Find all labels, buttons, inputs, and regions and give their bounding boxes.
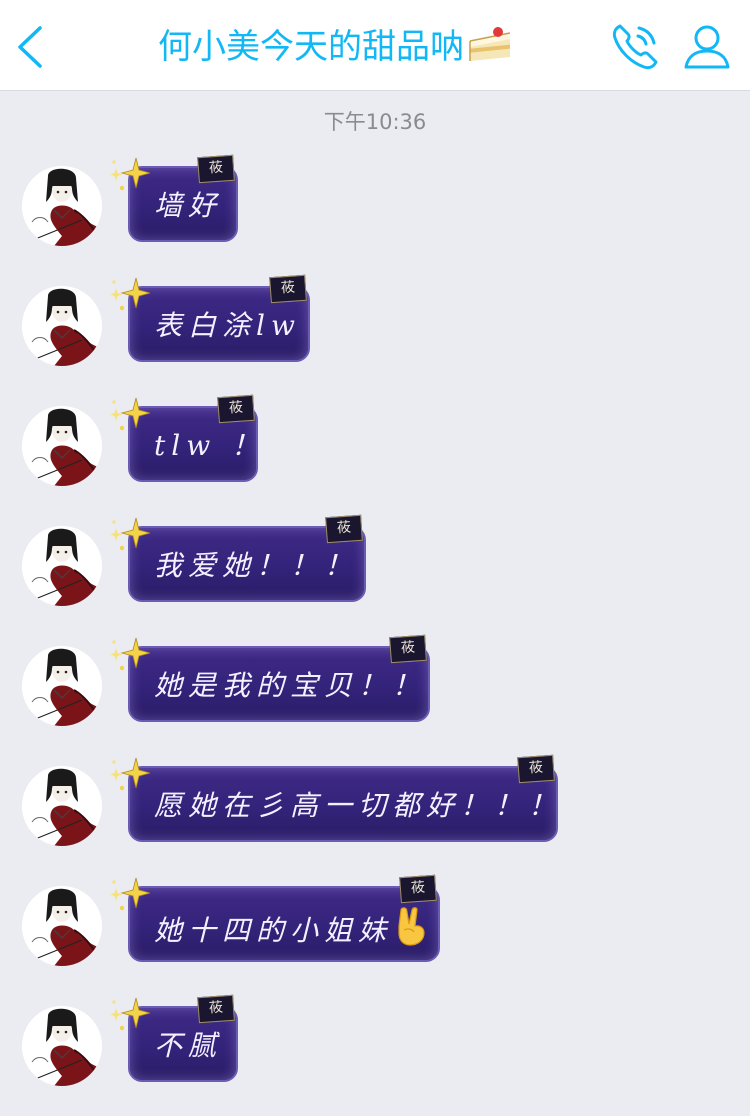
message-row: 愿她在彡高一切都好！！！ 莜 xyxy=(0,754,750,876)
message-bubble[interactable]: 愿她在彡高一切都好！！！莜 xyxy=(128,754,558,842)
bubble-tag: 莜 xyxy=(325,514,363,544)
sender-avatar[interactable] xyxy=(22,766,102,846)
back-button[interactable] xyxy=(10,22,50,72)
message-text-content: 她是我的宝贝！！ xyxy=(154,669,427,702)
message-text: 表白涂lw xyxy=(154,306,301,346)
message-bubble[interactable]: 我爱她！！！ 莜 xyxy=(128,514,366,602)
bubble-tag: 莜 xyxy=(389,634,427,664)
sparkle-icon xyxy=(106,514,152,558)
message-text: 她十四的小姐妹 xyxy=(154,906,428,957)
bubble-tag: 莜 xyxy=(269,274,307,304)
phone-icon xyxy=(612,24,658,70)
message-text: 墙好 xyxy=(154,186,222,226)
sparkle-icon xyxy=(106,634,152,678)
message-bubble[interactable]: 表白涂lw 莜 xyxy=(128,274,310,362)
message-row: 她十四的小姐妹 莜 xyxy=(0,874,750,996)
bubble-tag: 莜 xyxy=(197,994,235,1024)
chat-title-text: 何小美今天的甜品呐 xyxy=(158,27,464,67)
message-text: tlw ！ xyxy=(154,426,265,466)
bubble-tag: 莜 xyxy=(197,154,235,184)
cake-icon xyxy=(468,24,512,77)
message-text-content: 愿她在彡高一切都好！！！ xyxy=(154,789,563,822)
sparkle-icon xyxy=(106,274,152,318)
victory-hand-icon xyxy=(394,906,428,957)
message-row: 不腻 莜 xyxy=(0,994,750,1116)
message-row: 她是我的宝贝！！ 莜 xyxy=(0,634,750,756)
bubble-tag: 莜 xyxy=(517,754,555,784)
message-text: 我爱她！！！ xyxy=(154,546,358,586)
message-text-content: 她十四的小姐妹 xyxy=(154,914,393,947)
sender-avatar[interactable] xyxy=(22,886,102,966)
message-text-content: 不腻 xyxy=(154,1029,223,1062)
sender-avatar[interactable] xyxy=(22,1006,102,1086)
message-bubble[interactable]: 她是我的宝贝！！ 莜 xyxy=(128,634,430,722)
message-text-content: tlw ！ xyxy=(154,429,266,462)
call-button[interactable] xyxy=(608,20,662,74)
message-bubble[interactable]: 她十四的小姐妹 莜 xyxy=(128,874,440,962)
sender-avatar[interactable] xyxy=(22,166,102,246)
person-icon xyxy=(684,25,730,69)
sender-avatar[interactable] xyxy=(22,406,102,486)
message-text: 不腻 xyxy=(154,1026,222,1066)
sender-avatar[interactable] xyxy=(22,286,102,366)
chevron-left-icon xyxy=(18,26,42,68)
message-text-content: 墙好 xyxy=(154,189,223,222)
message-text: 她是我的宝贝！！ xyxy=(154,666,426,706)
sparkle-icon xyxy=(106,154,152,198)
message-text-content: 表白涂lw xyxy=(154,309,301,342)
message-row: tlw ！ 莜 xyxy=(0,394,750,516)
message-text-content: 我爱她！！！ xyxy=(154,549,359,582)
sparkle-icon xyxy=(106,394,152,438)
profile-button[interactable] xyxy=(680,20,734,74)
message-row: 表白涂lw 莜 xyxy=(0,274,750,396)
bubble-tag: 莜 xyxy=(217,394,255,424)
sparkle-icon xyxy=(106,994,152,1038)
chat-title[interactable]: 何小美今天的甜品呐 xyxy=(100,22,570,72)
message-row: 我爱她！！！ 莜 xyxy=(0,514,750,636)
message-row: 墙好 莜 xyxy=(0,154,750,276)
sparkle-icon xyxy=(106,754,152,798)
sender-avatar[interactable] xyxy=(22,526,102,606)
chat-header: 何小美今天的甜品呐 xyxy=(0,0,750,91)
message-text: 愿她在彡高一切都好！！！ xyxy=(154,786,562,826)
message-timestamp: 下午10:36 xyxy=(323,110,427,134)
bubble-tag: 莜 xyxy=(399,874,437,904)
sparkle-icon xyxy=(106,874,152,918)
sender-avatar[interactable] xyxy=(22,646,102,726)
